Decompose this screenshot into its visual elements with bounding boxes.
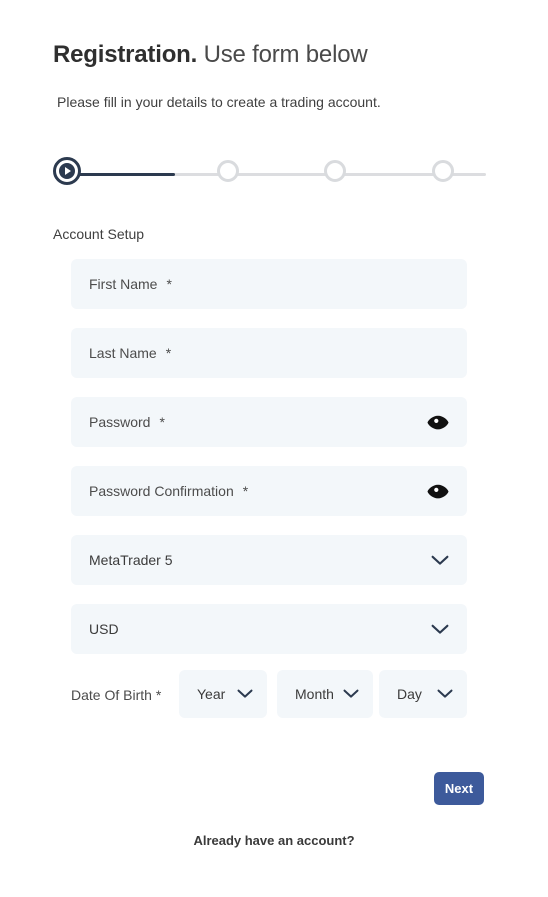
page-header: Registration. Use form below xyxy=(53,40,513,70)
first-name-field[interactable]: First Name * xyxy=(71,259,467,309)
page-title-strong: Registration. xyxy=(53,41,198,68)
chevron-down-icon xyxy=(431,555,449,565)
date-of-birth-day-toggle[interactable] xyxy=(437,688,453,700)
stepper-step-1-active[interactable] xyxy=(53,157,81,185)
stepper-step-4[interactable] xyxy=(432,160,454,182)
password-confirmation-required-marker: * xyxy=(242,483,249,499)
date-of-birth-label: Date Of Birth * xyxy=(71,684,171,706)
date-of-birth-required-marker: * xyxy=(155,687,162,703)
password-confirmation-label: Password Confirmation xyxy=(89,483,234,499)
chevron-down-icon xyxy=(237,689,253,698)
password-required-marker: * xyxy=(159,414,165,430)
platform-select[interactable]: MetaTrader 5 xyxy=(71,535,467,585)
platform-select-toggle[interactable] xyxy=(431,554,449,566)
date-of-birth-year-value: Year xyxy=(197,686,226,702)
stepper-track-completed xyxy=(67,173,175,176)
date-of-birth-label-text: Date Of Birth xyxy=(71,687,152,703)
currency-select-toggle[interactable] xyxy=(431,623,449,635)
page-title: Registration. Use form below xyxy=(53,40,513,70)
registration-form: First Name * Last Name * Password * Pass… xyxy=(71,259,467,673)
stepper-step-2[interactable] xyxy=(217,160,239,182)
chevron-down-icon xyxy=(343,689,359,698)
date-of-birth-row: Date Of Birth * Year Month Day xyxy=(71,670,467,718)
page-title-subtext: Use form below xyxy=(203,41,368,68)
next-button[interactable]: Next xyxy=(434,772,484,805)
stepper-step-1-dot xyxy=(59,163,75,179)
password-visibility-toggle[interactable] xyxy=(427,414,449,430)
already-have-account-link[interactable]: Already have an account? xyxy=(0,833,548,848)
chevron-down-icon xyxy=(431,624,449,634)
date-of-birth-month-value: Month xyxy=(295,686,334,702)
eye-icon xyxy=(427,484,449,498)
progress-stepper xyxy=(53,157,486,188)
play-icon xyxy=(65,167,71,175)
stepper-step-3[interactable] xyxy=(324,160,346,182)
password-label: Password xyxy=(89,414,151,430)
date-of-birth-year-toggle[interactable] xyxy=(237,688,253,700)
eye-icon xyxy=(427,415,449,429)
password-field[interactable]: Password * xyxy=(71,397,467,447)
currency-select-value: USD xyxy=(89,621,119,637)
date-of-birth-month-toggle[interactable] xyxy=(343,688,359,700)
date-of-birth-month-select[interactable]: Month xyxy=(277,670,373,718)
section-label-account-setup: Account Setup xyxy=(53,226,145,242)
password-confirmation-visibility-toggle[interactable] xyxy=(427,483,449,499)
registration-page: Registration. Use form below Please fill… xyxy=(0,0,548,897)
currency-select[interactable]: USD xyxy=(71,604,467,654)
last-name-field[interactable]: Last Name * xyxy=(71,328,467,378)
date-of-birth-day-select[interactable]: Day xyxy=(379,670,467,718)
first-name-required-marker: * xyxy=(166,276,172,292)
chevron-down-icon xyxy=(437,689,453,698)
last-name-required-marker: * xyxy=(165,345,172,361)
page-subtitle: Please fill in your details to create a … xyxy=(57,94,381,110)
last-name-label: Last Name xyxy=(89,345,157,361)
password-confirmation-field[interactable]: Password Confirmation * xyxy=(71,466,467,516)
date-of-birth-day-value: Day xyxy=(397,686,422,702)
first-name-label: First Name xyxy=(89,276,158,292)
platform-select-value: MetaTrader 5 xyxy=(89,552,173,568)
date-of-birth-year-select[interactable]: Year xyxy=(179,670,267,718)
